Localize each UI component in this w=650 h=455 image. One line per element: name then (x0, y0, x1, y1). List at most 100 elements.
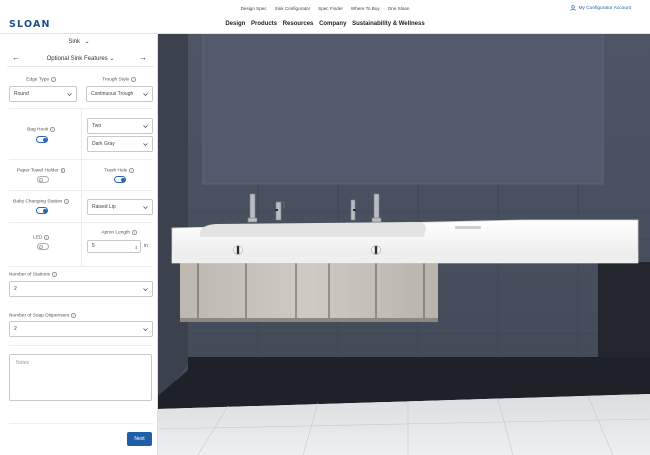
trash-hole-toggle[interactable] (114, 176, 126, 183)
chevron-down-icon (143, 328, 148, 331)
number-of-stations-value: 2 (14, 286, 17, 292)
paper-towel-holder-label: Paper Towel Holder i (9, 168, 73, 174)
info-icon[interactable]: i (129, 168, 134, 173)
spinner-icon[interactable]: ⇕ (135, 242, 138, 253)
arrow-right-icon[interactable]: → (139, 53, 147, 62)
nav-company[interactable]: Company (319, 21, 346, 27)
section-select[interactable]: Optional Sink Features ⌄ (7, 55, 154, 62)
toggle-knob (38, 244, 43, 249)
divider (9, 266, 153, 267)
section-title: Optional Sink Features (46, 56, 108, 62)
bag-hook-label-text: Bag Hook (27, 127, 49, 133)
nav-products[interactable]: Products (251, 21, 277, 27)
edge-type-label-text: Edge Type (26, 77, 50, 83)
trough-style-label-text: Trough Style (102, 77, 130, 83)
sink-product-label: Sink (68, 39, 80, 45)
utility-bar: Design Spec Sink Configurator Spec Finde… (0, 0, 650, 17)
number-of-soap-dispensers-select[interactable]: 2 (9, 321, 153, 337)
divider (9, 159, 153, 160)
bag-hook-color-select[interactable]: Dark Gray (87, 136, 153, 152)
trash-hole-label: Trash Hole i (87, 168, 151, 174)
bag-hook-color-value: Dark Gray (92, 141, 115, 147)
sink-scene-render (158, 34, 650, 455)
apron-length-label-text: Apron Length (101, 230, 131, 236)
info-icon[interactable]: i (51, 77, 56, 82)
divider (9, 222, 153, 223)
apron-length-unit: in (144, 243, 148, 249)
trough-style-value: Continuous Trough (91, 91, 134, 97)
account-link[interactable]: My Configurator Account (570, 5, 631, 11)
number-of-soap-dispensers-label: Number of Soap Dispensers i (9, 313, 76, 319)
util-link-design-spec[interactable]: Design Spec (241, 6, 267, 11)
main-header: SLOAN Design Products Resources Company … (0, 17, 650, 34)
info-icon[interactable]: i (60, 168, 66, 173)
next-button[interactable]: Next (127, 432, 152, 446)
toggle-knob (42, 137, 47, 142)
main-nav: Design Products Resources Company Sustai… (0, 21, 650, 27)
chevron-down-icon (67, 93, 72, 96)
number-of-soap-dispensers-label-text: Number of Soap Dispensers (9, 313, 70, 319)
paper-towel-holder-toggle[interactable] (37, 176, 49, 183)
chevron-down-icon (143, 206, 148, 209)
info-icon[interactable]: i (44, 235, 49, 240)
number-of-stations-select[interactable]: 2 (9, 281, 153, 297)
divider (9, 190, 153, 191)
chevron-down-icon (143, 288, 148, 291)
toggle-knob (120, 177, 125, 182)
info-icon[interactable]: i (50, 127, 55, 132)
info-icon[interactable]: i (131, 77, 136, 82)
info-icon[interactable]: i (71, 313, 76, 318)
info-icon[interactable]: i (64, 199, 69, 204)
chevron-down-icon (143, 125, 148, 128)
edge-type-value: Round (14, 91, 29, 97)
edge-type-select[interactable]: Round (9, 86, 77, 102)
trash-hole-label-text: Trash Hole (104, 168, 128, 174)
sink-product-select[interactable]: Sink ⌄ (0, 38, 158, 45)
bag-hook-quantity-value: Two (92, 123, 102, 129)
baby-changing-station-option-select[interactable]: Raised Lip (87, 199, 153, 215)
paper-towel-holder-label-text: Paper Towel Holder (16, 168, 59, 174)
toggle-knob (42, 208, 47, 213)
toggle-knob (38, 177, 43, 182)
user-icon (570, 5, 577, 11)
3d-preview-viewport[interactable] (158, 34, 650, 455)
trough-style-select[interactable]: Continuous Trough (86, 86, 153, 102)
nav-resources[interactable]: Resources (283, 21, 314, 27)
baby-changing-station-toggle[interactable] (36, 207, 48, 214)
apron-length-value: 5 (92, 243, 95, 249)
nav-sustainability[interactable]: Sustainability & Wellness (352, 21, 425, 27)
led-toggle[interactable] (37, 243, 49, 250)
chevron-down-icon (143, 143, 148, 146)
baby-changing-station-option-value: Raised Lip (92, 204, 116, 210)
util-link-where-to-buy[interactable]: Where To Buy (351, 6, 380, 11)
baby-changing-station-label: Baby Changing Station i (9, 199, 73, 205)
divider (9, 345, 153, 346)
baby-changing-station-label-text: Baby Changing Station (13, 199, 63, 205)
nav-design[interactable]: Design (225, 21, 245, 27)
chevron-down-icon: ⌄ (109, 56, 115, 62)
number-of-soap-dispensers-value: 2 (14, 326, 17, 332)
apron-length-label: Apron Length i (87, 230, 151, 236)
notes-placeholder: Notes (16, 360, 30, 366)
section-navigator: ← Optional Sink Features ⌄ → (7, 51, 154, 67)
chevron-down-icon (143, 93, 148, 96)
info-icon[interactable]: i (132, 230, 137, 235)
util-link-one-sloan[interactable]: One Sloan (388, 6, 410, 11)
apron-length-input[interactable]: 5 ⇕ (87, 240, 141, 253)
led-label: LED i (9, 235, 73, 241)
notes-textarea[interactable]: Notes (9, 354, 152, 401)
util-link-spec-finder[interactable]: Spec Finder (318, 6, 343, 11)
bag-hook-label: Bag Hook i (9, 127, 73, 133)
account-link-label: My Configurator Account (578, 5, 631, 11)
divider (9, 423, 153, 424)
led-label-text: LED (33, 235, 43, 241)
info-icon[interactable]: i (52, 272, 57, 277)
util-link-sink-configurator[interactable]: Sink Configurator (275, 6, 311, 11)
divider (81, 108, 82, 266)
number-of-stations-label: Number of Stations i (9, 272, 57, 278)
edge-type-label: Edge Type i (9, 77, 73, 83)
chevron-down-icon: ⌄ (84, 39, 90, 45)
bag-hook-quantity-select[interactable]: Two (87, 118, 153, 134)
bag-hook-toggle[interactable] (36, 136, 48, 143)
trough-style-label: Trough Style i (87, 77, 151, 83)
